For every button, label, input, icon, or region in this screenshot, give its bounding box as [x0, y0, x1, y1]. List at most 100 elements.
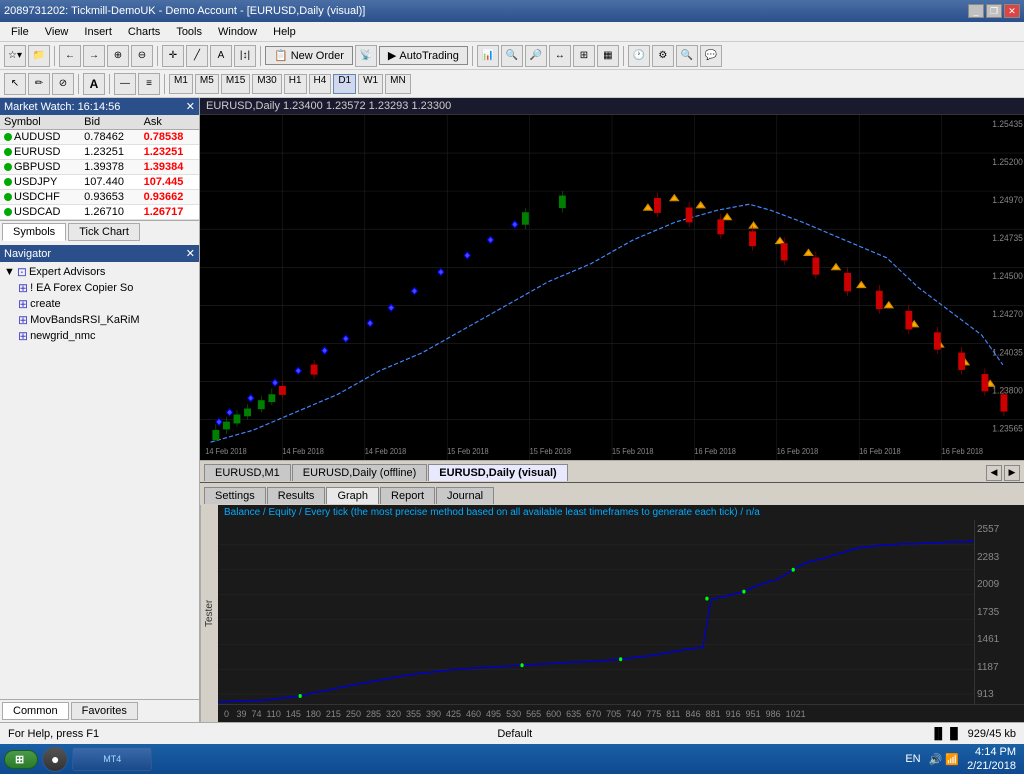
tb-cursor[interactable]: ↖ — [4, 73, 26, 95]
chart-tab-prev[interactable]: ◀ — [986, 465, 1002, 481]
toolbar2: ↖ ✏ ⊘ A — ≡ M1 M5 M15 M30 H1 H4 D1 W1 MN — [0, 70, 1024, 98]
tester-graph[interactable] — [218, 520, 974, 704]
nav-ea-forex-copier[interactable]: ⊞ ! EA Forex Copier So — [2, 280, 197, 296]
tb-line[interactable]: ╱ — [186, 45, 208, 67]
tb-signal[interactable]: 📡 — [355, 45, 377, 67]
taskbar-app-chrome[interactable]: ● — [42, 746, 68, 772]
market-watch-row[interactable]: EURUSD 1.23251 1.23251 — [0, 145, 199, 160]
navigator-content: ▼ ⊡ Expert Advisors ⊞ ! EA Forex Copier … — [0, 262, 199, 699]
tb-new-btn[interactable]: ☆▾ — [4, 45, 26, 67]
market-watch-row[interactable]: USDCAD 1.26710 1.26717 — [0, 205, 199, 220]
menu-window[interactable]: Window — [211, 23, 264, 41]
tb-draw[interactable]: ✏ — [28, 73, 50, 95]
tf-m30[interactable]: M30 — [252, 74, 281, 94]
tf-m1[interactable]: M1 — [169, 74, 193, 94]
nav-create[interactable]: ⊞ create — [2, 296, 197, 312]
sep7 — [109, 74, 110, 94]
taskbar-lang: EN — [905, 753, 920, 765]
tb-search[interactable]: 🔍 — [676, 45, 698, 67]
symbol-cell: USDCAD — [0, 205, 80, 220]
chart-tab-daily-visual[interactable]: EURUSD,Daily (visual) — [428, 464, 567, 481]
tf-m5[interactable]: M5 — [195, 74, 219, 94]
tf-mn[interactable]: MN — [385, 74, 411, 94]
mw-tab-tick-chart[interactable]: Tick Chart — [68, 223, 140, 241]
tester-content: Tester Balance / Equity / Every tick (th… — [200, 505, 1024, 722]
tb-hline[interactable]: — — [114, 73, 136, 95]
tester-tab-graph[interactable]: Graph — [326, 487, 379, 504]
symbol-name: AUDUSD — [14, 131, 60, 143]
ask-cell: 0.78538 — [140, 130, 199, 145]
tb-text[interactable]: A — [210, 45, 232, 67]
market-watch-row[interactable]: USDCHF 0.93653 0.93662 — [0, 190, 199, 205]
tf-h1[interactable]: H1 — [284, 74, 307, 94]
tester-tab-report[interactable]: Report — [380, 487, 435, 504]
menu-view[interactable]: View — [38, 23, 76, 41]
main-chart[interactable]: 1.25435 1.25200 1.24970 1.24735 1.24500 … — [200, 115, 1024, 460]
tb-period[interactable]: |↕| — [234, 45, 256, 67]
nav-ea-forex-label: ! EA Forex Copier So — [30, 282, 133, 294]
symbol-name: USDCHF — [14, 191, 60, 203]
start-button[interactable]: ⊞ — [4, 750, 38, 769]
market-watch-row[interactable]: USDJPY 107.440 107.445 — [0, 175, 199, 190]
tb-comment[interactable]: 💬 — [700, 45, 722, 67]
tf-d1[interactable]: D1 — [333, 74, 356, 94]
nav-newgrid[interactable]: ⊞ newgrid_nmc — [2, 328, 197, 344]
chart-tab-m1[interactable]: EURUSD,M1 — [204, 464, 291, 481]
svg-text:1.24500: 1.24500 — [992, 271, 1023, 282]
taskbar-app-mt4[interactable]: MT4 — [72, 747, 152, 771]
sep3 — [260, 46, 261, 66]
menu-charts[interactable]: Charts — [121, 23, 167, 41]
tb-fwd-btn[interactable]: → — [83, 45, 105, 67]
tf-m15[interactable]: M15 — [221, 74, 250, 94]
tb-zoom-out2[interactable]: 🔎 — [525, 45, 547, 67]
tester-tab-settings[interactable]: Settings — [204, 487, 266, 504]
mw-tab-symbols[interactable]: Symbols — [2, 223, 66, 241]
nav-create-label: create — [30, 298, 61, 310]
tf-h4[interactable]: H4 — [309, 74, 332, 94]
nav-movbands[interactable]: ⊞ MovBandsRSI_KaRiM — [2, 312, 197, 328]
navigator-close[interactable]: ✕ — [186, 247, 195, 260]
tb-eraser[interactable]: ⊘ — [52, 73, 74, 95]
tb-open-btn[interactable]: 📁 — [28, 45, 50, 67]
tester-right-axis: 2557 2283 2009 1735 1461 1187 913 — [974, 520, 1024, 704]
market-watch-close[interactable]: ✕ — [186, 100, 195, 113]
menu-insert[interactable]: Insert — [77, 23, 119, 41]
tb-clock[interactable]: 🕐 — [628, 45, 650, 67]
tb-grid[interactable]: ⊞ — [573, 45, 595, 67]
tb-zoom-in2[interactable]: 🔍 — [501, 45, 523, 67]
autotrading-button[interactable]: ▶ AutoTrading — [379, 46, 468, 65]
close-button[interactable]: ✕ — [1004, 4, 1020, 18]
chart-tab-next[interactable]: ▶ — [1004, 465, 1020, 481]
svg-text:1.24735: 1.24735 — [992, 233, 1023, 244]
tb-aa[interactable]: A — [83, 73, 105, 95]
tb-crosshair[interactable]: ✛ — [162, 45, 184, 67]
tb-settings[interactable]: ⚙ — [652, 45, 674, 67]
menu-help[interactable]: Help — [266, 23, 303, 41]
market-watch-row[interactable]: GBPUSD 1.39378 1.39384 — [0, 160, 199, 175]
tb-chart-type[interactable]: 📊 — [477, 45, 499, 67]
chart-tab-daily-offline[interactable]: EURUSD,Daily (offline) — [292, 464, 428, 481]
menu-file[interactable]: File — [4, 23, 36, 41]
new-order-button[interactable]: 📋 New Order — [265, 46, 353, 65]
symbol-dot — [4, 148, 12, 156]
autotrading-label: AutoTrading — [399, 50, 459, 62]
tb-back-btn[interactable]: ← — [59, 45, 81, 67]
tb-zoom-in[interactable]: ⊕ — [107, 45, 129, 67]
minimize-button[interactable]: _ — [968, 4, 984, 18]
svg-text:1.23565: 1.23565 — [992, 423, 1023, 434]
restore-button[interactable]: ❐ — [986, 4, 1002, 18]
nav-tab-favorites[interactable]: Favorites — [71, 702, 138, 720]
tb-zoom-out[interactable]: ⊖ — [131, 45, 153, 67]
tb-scroll[interactable]: ↔ — [549, 45, 571, 67]
tester-tab-results[interactable]: Results — [267, 487, 326, 504]
nav-expert-advisors[interactable]: ▼ ⊡ Expert Advisors — [2, 264, 197, 280]
nav-tab-common[interactable]: Common — [2, 702, 69, 720]
tf-w1[interactable]: W1 — [358, 74, 383, 94]
tb-vol[interactable]: ▦ — [597, 45, 619, 67]
tester-tab-journal[interactable]: Journal — [436, 487, 494, 504]
symbol-dot — [4, 208, 12, 216]
market-watch-row[interactable]: AUDUSD 0.78462 0.78538 — [0, 130, 199, 145]
menu-tools[interactable]: Tools — [169, 23, 209, 41]
bid-cell: 0.78462 — [80, 130, 139, 145]
tb-channel[interactable]: ≡ — [138, 73, 160, 95]
